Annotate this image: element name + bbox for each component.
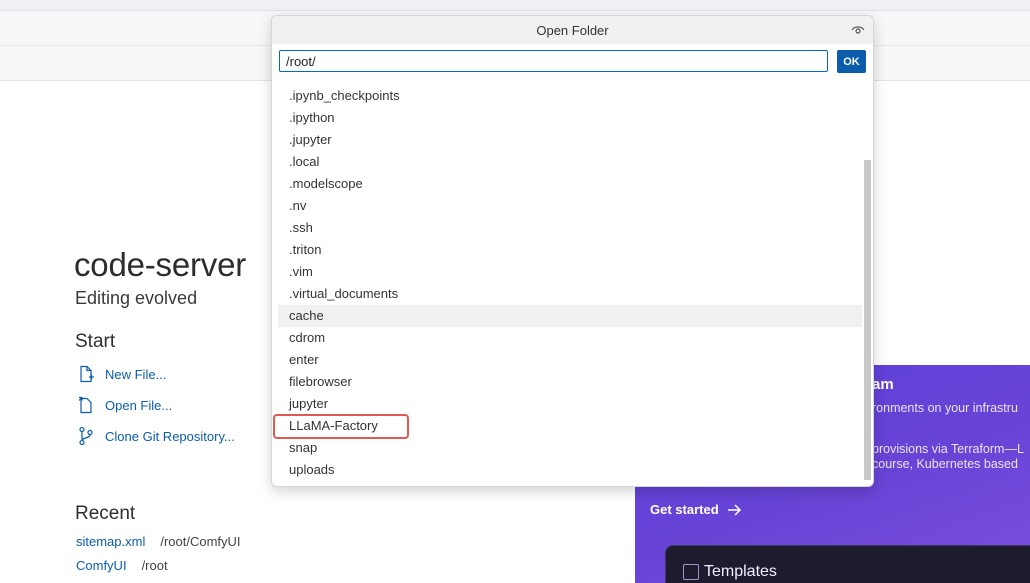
get-started-link[interactable]: Get started xyxy=(650,502,742,517)
folder-item[interactable]: .modelscope xyxy=(278,173,862,195)
templates-label: Templates xyxy=(704,563,777,580)
folder-item[interactable]: .local xyxy=(278,151,862,173)
dialog-header: Open Folder xyxy=(272,16,873,44)
folder-item[interactable]: .ipython xyxy=(278,107,862,129)
scrollbar-thumb[interactable] xyxy=(864,160,871,480)
promo-text-line: ronments on your infrastru xyxy=(872,401,1018,415)
open-folder-dialog: Open Folder OK .ipynb_checkpoints.ipytho… xyxy=(271,15,874,487)
recent-item-name[interactable]: sitemap.xml xyxy=(76,534,145,549)
clone-git-label: Clone Git Repository... xyxy=(105,428,235,444)
browser-top-strip xyxy=(0,0,1030,11)
folder-item[interactable]: .vim xyxy=(278,261,862,283)
start-heading: Start xyxy=(75,331,116,352)
folder-item[interactable]: snap xyxy=(278,437,862,459)
app-title: code-server xyxy=(74,246,247,283)
new-file-label: New File... xyxy=(105,366,167,382)
folder-item[interactable]: uploads xyxy=(278,459,862,481)
folder-list: .ipynb_checkpoints .ipython .jupyter .local… xyxy=(278,85,862,481)
folder-item[interactable]: jupyter xyxy=(278,393,862,415)
folder-item[interactable]: .virtual_documents xyxy=(278,283,862,305)
folder-item[interactable]: filebrowser xyxy=(278,371,862,393)
folder-item[interactable]: .ipynb_checkpoints xyxy=(278,85,862,107)
recent-item-name[interactable]: ComfyUI xyxy=(76,558,127,573)
dialog-title: Open Folder xyxy=(536,23,609,38)
folder-item[interactable]: .jupyter xyxy=(278,129,862,151)
scrollbar[interactable] xyxy=(864,160,872,480)
recent-heading: Recent xyxy=(75,503,136,524)
arrow-right-icon xyxy=(727,503,741,516)
templates-icon xyxy=(683,564,699,580)
folder-item[interactable]: LLaMA-Factory xyxy=(278,415,862,437)
folder-item[interactable]: cdrom xyxy=(278,327,862,349)
clone-git-link[interactable]: Clone Git Repository... xyxy=(76,426,235,446)
folder-item[interactable]: cache xyxy=(278,305,862,327)
get-started-label: Get started xyxy=(650,502,719,517)
folder-item[interactable]: .triton xyxy=(278,239,862,261)
recent-item: ComfyUI /root xyxy=(76,558,168,573)
new-file-icon xyxy=(76,364,96,384)
folder-item[interactable]: .nv xyxy=(278,195,862,217)
open-file-label: Open File... xyxy=(105,397,173,413)
recent-item-path: /root/ComfyUI xyxy=(160,534,241,549)
git-branch-icon xyxy=(76,426,96,446)
folder-item[interactable]: .ssh xyxy=(278,217,862,239)
app-subtitle: Editing evolved xyxy=(75,288,198,308)
open-file-icon xyxy=(76,395,96,415)
eye-icon[interactable] xyxy=(851,24,865,36)
recent-item: sitemap.xml /root/ComfyUI xyxy=(76,534,241,549)
promo-text-line: provisions via Terraform—L xyxy=(872,442,1024,456)
folder-item[interactable]: enter xyxy=(278,349,862,371)
open-file-link[interactable]: Open File... xyxy=(76,395,172,415)
promo-title: am xyxy=(872,376,894,393)
templates-card[interactable]: Templates xyxy=(665,545,1030,583)
ok-button[interactable]: OK xyxy=(837,50,866,73)
promo-text-line: course, Kubernetes based xyxy=(872,457,1018,471)
recent-item-path: /root xyxy=(141,558,168,573)
folder-path-input[interactable] xyxy=(279,50,828,72)
new-file-link[interactable]: New File... xyxy=(76,364,166,384)
